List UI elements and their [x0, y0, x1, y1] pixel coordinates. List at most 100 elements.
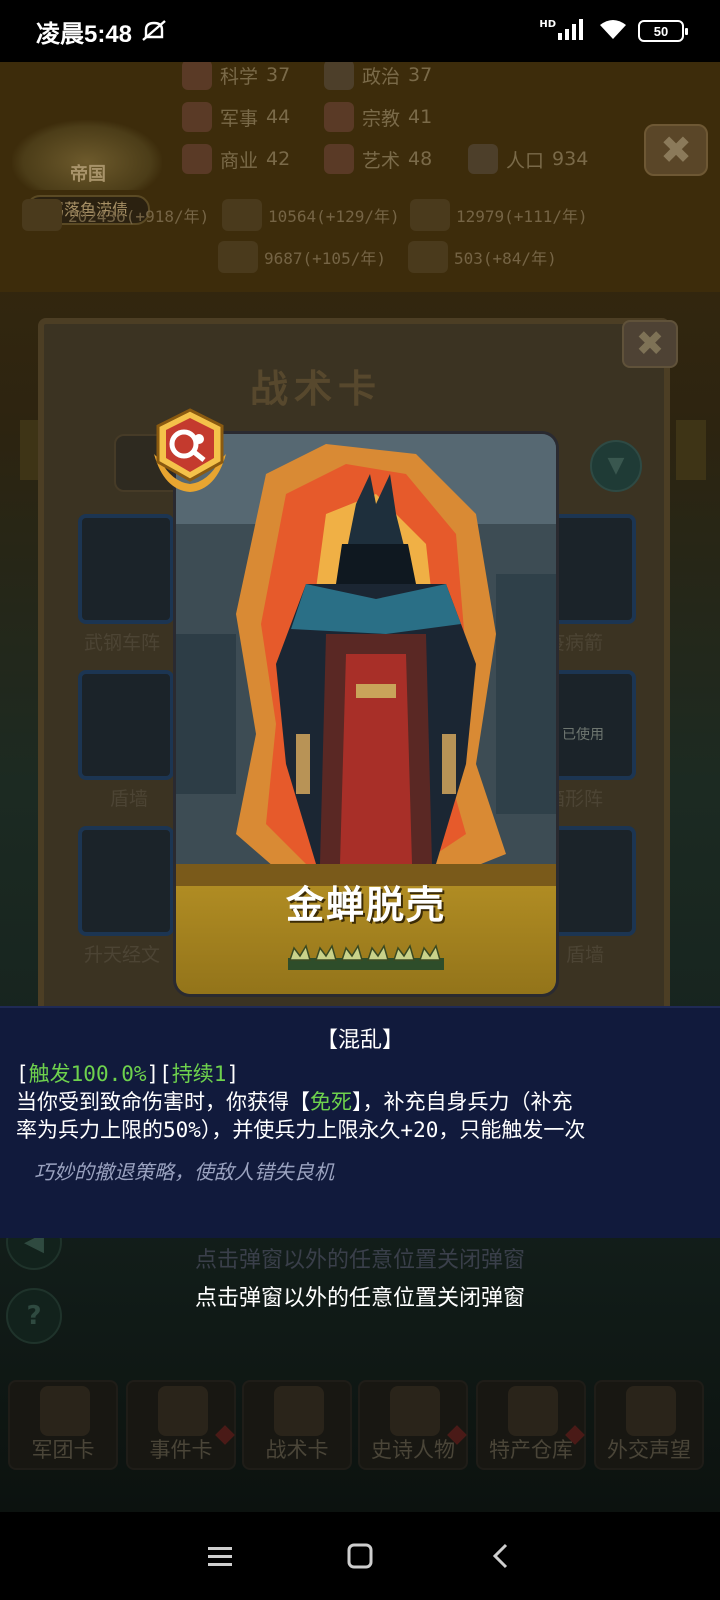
battery-indicator: 50 [638, 20, 688, 42]
background-hint-text: 点击弹窗以外的任意位置关闭弹窗 [194, 1248, 525, 1273]
resource-text: 503(+84/年) [454, 249, 557, 268]
home-icon [347, 1543, 373, 1569]
stat-name: 人口 [506, 149, 545, 172]
envelope-icon [626, 1386, 676, 1436]
stat-military: 军事 44 [182, 102, 290, 132]
tactic-card-slot[interactable] [544, 514, 636, 624]
flavor-text: 巧妙的撤退策略，使敌人错失良机 [34, 1160, 334, 1184]
rarity-crowns-icon [288, 944, 444, 970]
resource-gold: 202436(+918/年) [22, 198, 209, 232]
effect-tag: 【混乱】 [315, 1028, 404, 1053]
filter-button[interactable]: ▼ [590, 440, 642, 492]
tactic-card-slot[interactable] [78, 670, 174, 780]
religion-icon [324, 102, 354, 132]
bottom-tab-bar: 军团卡 事件卡 战术卡 史诗人物 特产仓库 外交声望 [0, 1380, 720, 1476]
resource-text: 9687(+105/年) [264, 249, 386, 268]
tab-label: 战术卡 [265, 1438, 329, 1462]
status-icons: HD 50 [539, 18, 688, 44]
stat-value: 41 [408, 106, 433, 128]
mute-alarm-icon [140, 19, 168, 43]
stone-icon [222, 199, 262, 231]
back-icon [492, 1543, 508, 1569]
stat-value: 37 [266, 64, 291, 86]
network-type: HD [539, 18, 556, 30]
menu-nav-button[interactable] [196, 1532, 244, 1580]
stat-value: 934 [552, 148, 589, 170]
empire-title: 帝国 [70, 164, 106, 185]
side-decoration [20, 420, 40, 480]
panel-title: 战术卡 [250, 367, 383, 411]
home-nav-button[interactable] [336, 1532, 384, 1580]
wood-icon [218, 241, 258, 273]
empire-hud: 帝国 羁落鱼涝债 科学 37 政治 37 军事 44 宗教 41 商业 42 艺… [0, 60, 720, 292]
stat-name: 军事 [220, 107, 259, 130]
tab-specialty-warehouse[interactable]: 特产仓库 [476, 1380, 586, 1470]
card-used-status: 已使用 [562, 727, 604, 743]
card-type-badge-icon [154, 408, 226, 492]
stat-name: 科学 [220, 65, 259, 88]
helmet-icon [40, 1386, 90, 1436]
effect-line-2: 率为兵力上限的50%），并使兵力上限永久+20，只能触发一次 [16, 1118, 586, 1142]
politics-icon [324, 60, 354, 90]
resource-food: 503(+84/年) [408, 240, 557, 274]
food-icon [408, 241, 448, 273]
tab-epic-figures[interactable]: 史诗人物 [358, 1380, 468, 1470]
card-description-panel: 【混乱】 [触发100.0%][持续1] 当你受到致命伤害时，你获得【免死】，补… [0, 1006, 720, 1238]
wifi-icon [598, 18, 628, 44]
tactic-card-slot[interactable] [544, 826, 636, 936]
tab-label: 军团卡 [31, 1438, 95, 1462]
stat-value: 48 [408, 148, 433, 170]
stat-religion: 宗教 41 [324, 102, 432, 132]
hud-close-button[interactable]: ✖ [644, 124, 708, 176]
bracket: ] [226, 1062, 240, 1086]
resource-iron: 12979(+111/年) [410, 198, 588, 232]
tab-diplomacy-reputation[interactable]: 外交声望 [594, 1380, 704, 1470]
resource-stone: 10564(+129/年) [222, 198, 400, 232]
stat-name: 商业 [220, 149, 259, 172]
tactic-card-slot[interactable] [78, 514, 174, 624]
population-icon [468, 144, 498, 174]
trigger-line: [触发100.0%][持续1] [16, 1058, 239, 1088]
tab-event-cards[interactable]: 事件卡 [126, 1380, 236, 1470]
stat-art: 艺术 48 [324, 144, 432, 174]
resource-text: 202436(+918/年) [68, 207, 210, 226]
scroll-icon [158, 1386, 208, 1436]
signal-icon [558, 18, 588, 44]
stat-commerce: 商业 42 [182, 144, 290, 174]
resource-wood: 9687(+105/年) [218, 240, 386, 274]
tab-tactic-cards[interactable]: 战术卡 [242, 1380, 352, 1470]
stat-name: 宗教 [362, 107, 401, 130]
tactic-card-label: 武钢车阵 [84, 632, 161, 654]
crown-icon [390, 1386, 440, 1436]
side-decoration [676, 420, 706, 480]
stat-value: 37 [408, 64, 433, 86]
effect-keyword: 免死 [310, 1090, 352, 1114]
tactic-card-detail: 金蝉脱壳 [176, 434, 556, 994]
menu-icon [208, 1547, 232, 1566]
bracket: ][ [146, 1062, 172, 1086]
tactic-card-slot[interactable] [78, 826, 174, 936]
resource-text: 10564(+129/年) [268, 207, 400, 226]
effect-line-1: 当你受到致命伤害时，你获得【免死】，补充自身兵力（补充 [16, 1086, 573, 1116]
art-icon [324, 144, 354, 174]
tactic-card-label: 升天经文 [84, 944, 161, 966]
bracket: [ [16, 1062, 29, 1086]
panel-close-button[interactable]: ✖ [622, 320, 678, 368]
status-bar: 凌晨5:48 HD 50 [0, 0, 720, 62]
stat-name: 艺术 [362, 149, 401, 172]
duration: 持续1 [171, 1062, 227, 1086]
status-time: 凌晨5:48 [36, 20, 133, 48]
military-icon [182, 102, 212, 132]
trigger-rate: 触发100.0% [28, 1062, 147, 1086]
resource-text: 12979(+111/年) [456, 207, 588, 226]
tab-label: 外交声望 [607, 1438, 691, 1462]
stat-population: 人口 934 [468, 144, 588, 174]
close-hint-text: 点击弹窗以外的任意位置关闭弹窗 [194, 1286, 525, 1311]
card-name: 金蝉脱壳 [285, 883, 446, 927]
shield-icon [274, 1386, 324, 1436]
tactic-card-label: 盾墙 [110, 788, 149, 810]
tab-legion-cards[interactable]: 军团卡 [8, 1380, 118, 1470]
back-nav-button[interactable] [476, 1532, 524, 1580]
stat-value: 44 [266, 106, 291, 128]
iron-icon [410, 199, 450, 231]
